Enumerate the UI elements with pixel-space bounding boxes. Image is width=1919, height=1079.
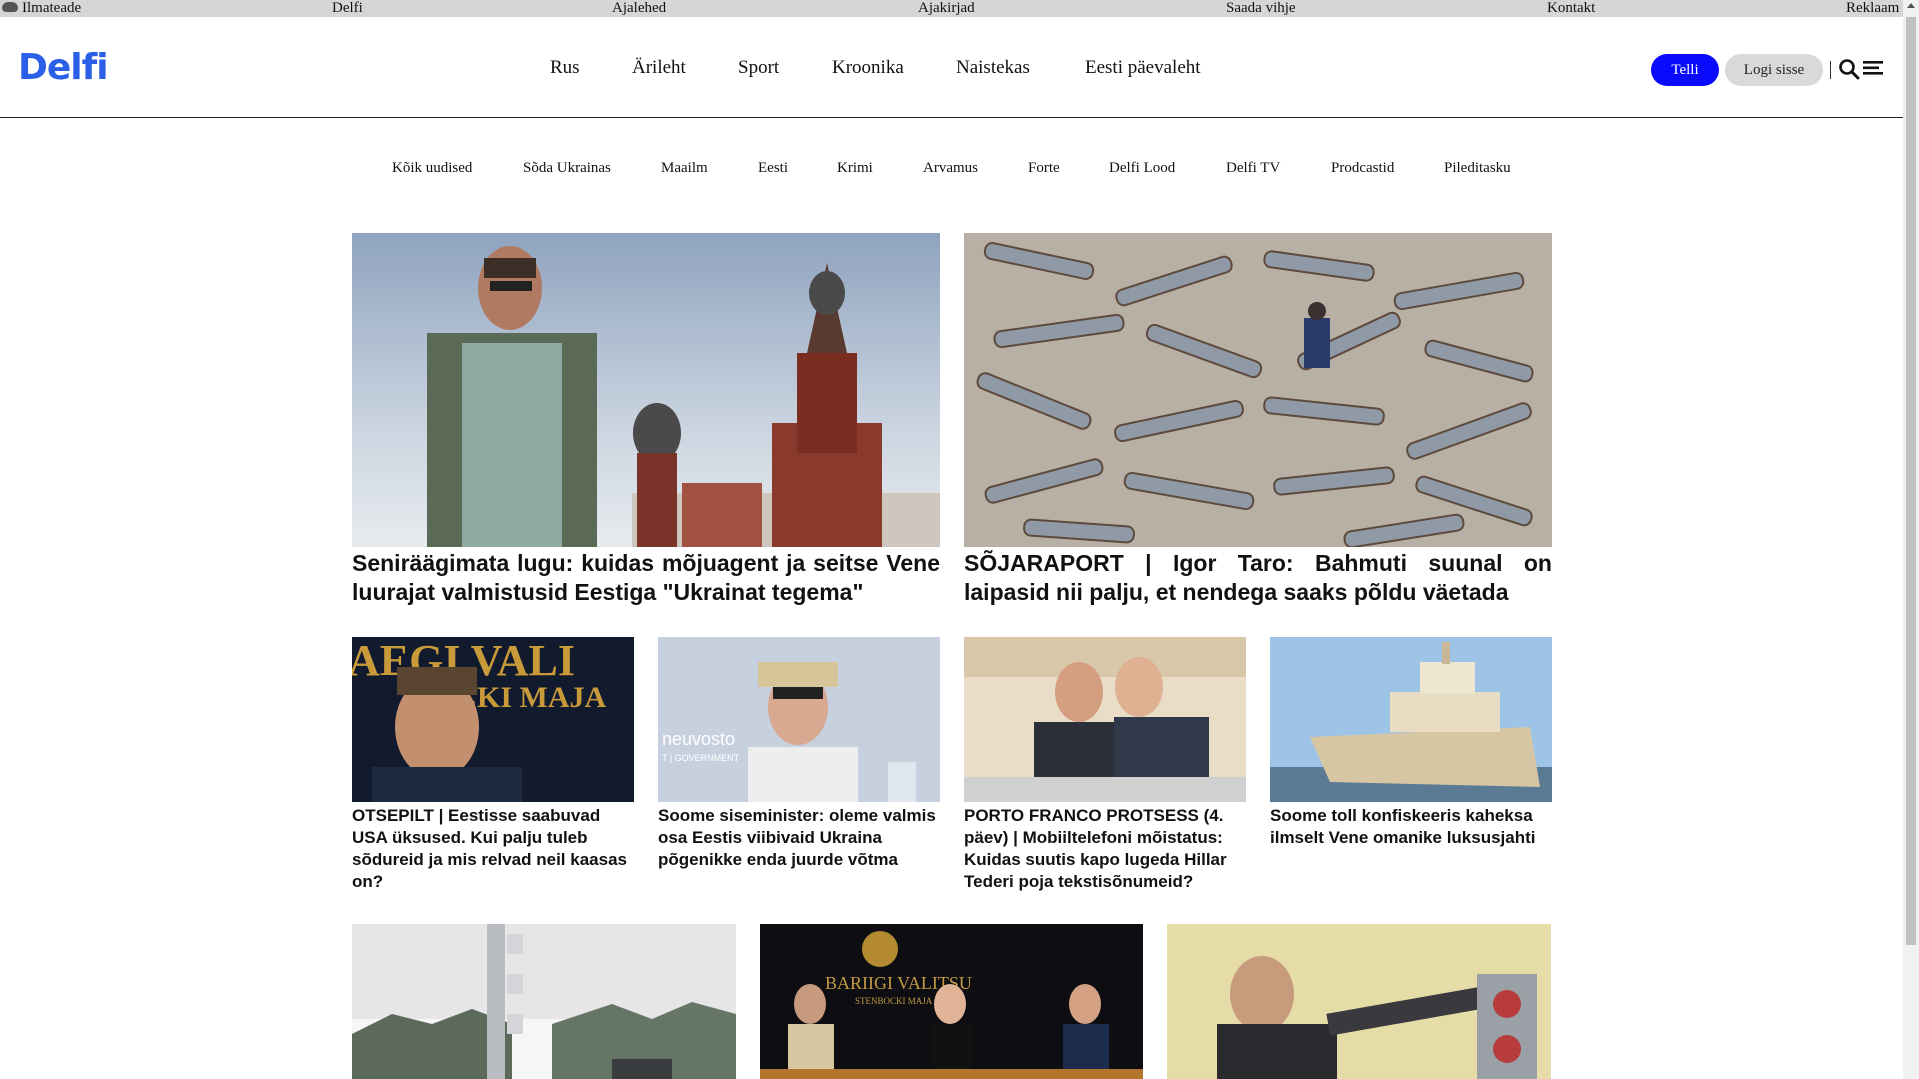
- page-scrollbar[interactable]: [1903, 0, 1919, 1079]
- delfi-logo[interactable]: Delfi: [18, 47, 109, 88]
- topbar-magazines-link[interactable]: Ajakirjad: [918, 0, 975, 17]
- article-image-shell-casings[interactable]: [964, 233, 1552, 547]
- svg-text:T | GOVERNMENT: T | GOVERNMENT: [662, 753, 740, 763]
- subnav-world[interactable]: Maailm: [661, 160, 708, 177]
- article-image-minister-portrait[interactable]: AEGI VALI BOCKI MAJA: [352, 637, 634, 802]
- subnav-opinion[interactable]: Arvamus: [923, 160, 978, 177]
- nav-item-kroonika[interactable]: Kroonika: [832, 57, 904, 79]
- top-utility-bar: Ilmateade Delfi Ajalehed Ajakirjad Saada…: [0, 0, 1912, 17]
- scrollbar-thumb[interactable]: [1906, 17, 1916, 945]
- article-headline[interactable]: SÕJARAPORT | Igor Taro: Bahmuti suunal o…: [964, 549, 1552, 607]
- cloud-icon: [2, 2, 18, 12]
- svg-text:neuvosto: neuvosto: [662, 729, 735, 749]
- article-image-court-trial[interactable]: [964, 637, 1246, 802]
- nav-item-naistekas[interactable]: Naistekas: [956, 57, 1030, 79]
- article-headline[interactable]: Soome siseminister: oleme valmis osa Ees…: [658, 805, 940, 871]
- login-button[interactable]: Logi sisse: [1725, 54, 1823, 86]
- nav-item-sport[interactable]: Sport: [738, 57, 779, 79]
- subnav-all-news[interactable]: Kõik uudised: [392, 160, 472, 177]
- article-headline[interactable]: Soome toll konfiskeeris kaheksa ilmselt …: [1270, 805, 1552, 849]
- nav-item-arileht[interactable]: Ärileht: [632, 57, 686, 79]
- topbar-delfi-link[interactable]: Delfi: [332, 0, 363, 17]
- subnav-forte[interactable]: Forte: [1028, 160, 1060, 177]
- search-icon[interactable]: [1838, 58, 1860, 80]
- article-headline[interactable]: OTSEPILT | Eestisse saabuvad USA üksused…: [352, 805, 634, 893]
- article-image-winter-mast[interactable]: [352, 924, 736, 1079]
- subnav-estonia[interactable]: Eesti: [758, 160, 788, 177]
- subnav-podcasts[interactable]: Prodcastid: [1331, 160, 1394, 177]
- nav-item-rus[interactable]: Rus: [550, 57, 580, 79]
- subnav-tickets[interactable]: Pileditasku: [1444, 160, 1511, 177]
- article-image-man-church[interactable]: [352, 233, 940, 547]
- topbar-contact-link[interactable]: Kontakt: [1547, 0, 1595, 17]
- subnav-delfi-tv[interactable]: Delfi TV: [1226, 160, 1280, 177]
- article-image-government-press[interactable]: BARIIGI VALITSU STENBOCKI MAJA: [760, 924, 1143, 1079]
- subnav-delfi-lood[interactable]: Delfi Lood: [1109, 160, 1175, 177]
- site-header: Delfi Rus Ärileht Sport Kroonika Naistek…: [0, 17, 1903, 118]
- article-image-engineer-outlet[interactable]: [1167, 924, 1551, 1079]
- svg-text:STENBOCKI MAJA: STENBOCKI MAJA: [855, 996, 933, 1006]
- subnav-war-in-ukraine[interactable]: Sõda Ukrainas: [523, 160, 611, 177]
- article-headline[interactable]: Seniräägimata lugu: kuidas mõjuagent ja …: [352, 549, 940, 607]
- article-headline[interactable]: PORTO FRANCO PROTSESS (4. päev) | Mobiil…: [964, 805, 1246, 893]
- header-divider: [1830, 61, 1831, 79]
- scroll-up-arrow-icon[interactable]: [1907, 3, 1915, 8]
- topbar-tip-link[interactable]: Saada vihje: [1226, 0, 1296, 17]
- subnav-crime[interactable]: Krimi: [837, 160, 873, 177]
- topbar-weather-link[interactable]: Ilmateade: [2, 0, 81, 17]
- article-image-luxury-yacht[interactable]: [1270, 637, 1552, 802]
- topbar-newspapers-link[interactable]: Ajalehed: [612, 0, 666, 17]
- article-image-finnish-minister[interactable]: neuvosto T | GOVERNMENT: [658, 637, 940, 802]
- nav-item-eesti-paevaleht[interactable]: Eesti päevaleht: [1085, 57, 1201, 79]
- hamburger-menu-icon[interactable]: [1863, 59, 1885, 79]
- subscribe-button[interactable]: Telli: [1651, 54, 1719, 86]
